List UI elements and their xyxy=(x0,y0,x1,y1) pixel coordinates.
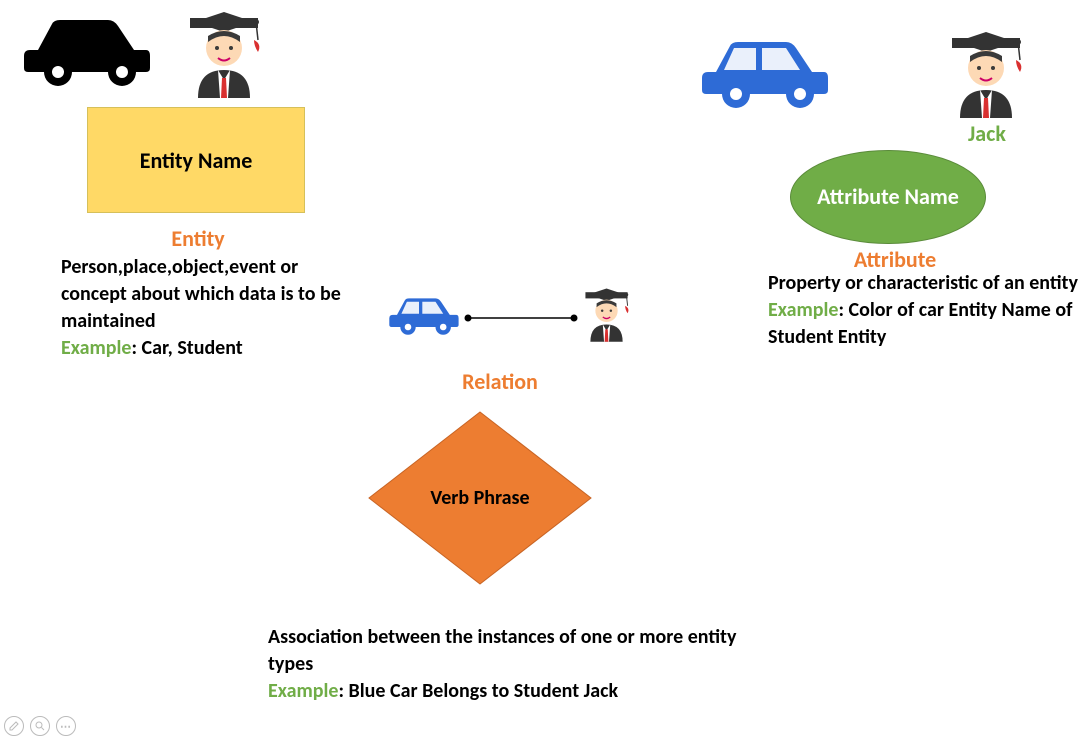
entity-rectangle: Entity Name xyxy=(87,107,305,213)
entity-example-label: Example xyxy=(61,336,132,360)
attribute-description-block: Property or characteristic of an entity … xyxy=(768,270,1078,351)
relation-diamond: Verb Phrase xyxy=(365,408,595,588)
student-icon-large xyxy=(178,8,270,105)
student-icon-attr xyxy=(940,28,1032,125)
car-icon-blue-attr xyxy=(696,34,834,119)
attribute-example-label: Example xyxy=(768,298,839,322)
attribute-title: Attribute xyxy=(840,246,950,273)
relation-example-label: Example xyxy=(268,679,339,703)
entity-description-block: Person,place,object,event or concept abo… xyxy=(61,254,361,362)
relation-description-block: Association between the instances of one… xyxy=(268,624,748,705)
magnifier-icon[interactable] xyxy=(30,716,50,736)
attribute-desc: Property or characteristic of an entity xyxy=(768,271,1078,295)
jack-label: Jack xyxy=(968,120,1006,147)
attribute-ellipse-label: Attribute Name xyxy=(807,184,969,210)
relation-desc: Association between the instances of one… xyxy=(268,625,736,676)
car-icon-black xyxy=(18,12,156,97)
relation-title: Relation xyxy=(450,368,550,395)
bottom-toolbar: ⋯ xyxy=(4,716,76,736)
attribute-ellipse: Attribute Name xyxy=(790,150,986,244)
pen-icon[interactable] xyxy=(4,716,24,736)
relation-example-text: : Blue Car Belongs to Student Jack xyxy=(339,679,619,703)
entity-desc: Person,place,object,event or concept abo… xyxy=(61,255,341,333)
entity-title: Entity xyxy=(158,225,238,252)
entity-box-label: Entity Name xyxy=(140,147,253,174)
relation-connection xyxy=(386,284,646,359)
more-icon[interactable]: ⋯ xyxy=(56,716,76,736)
entity-example-text: : Car, Student xyxy=(132,336,243,360)
relation-diamond-label: Verb Phrase xyxy=(430,486,529,510)
